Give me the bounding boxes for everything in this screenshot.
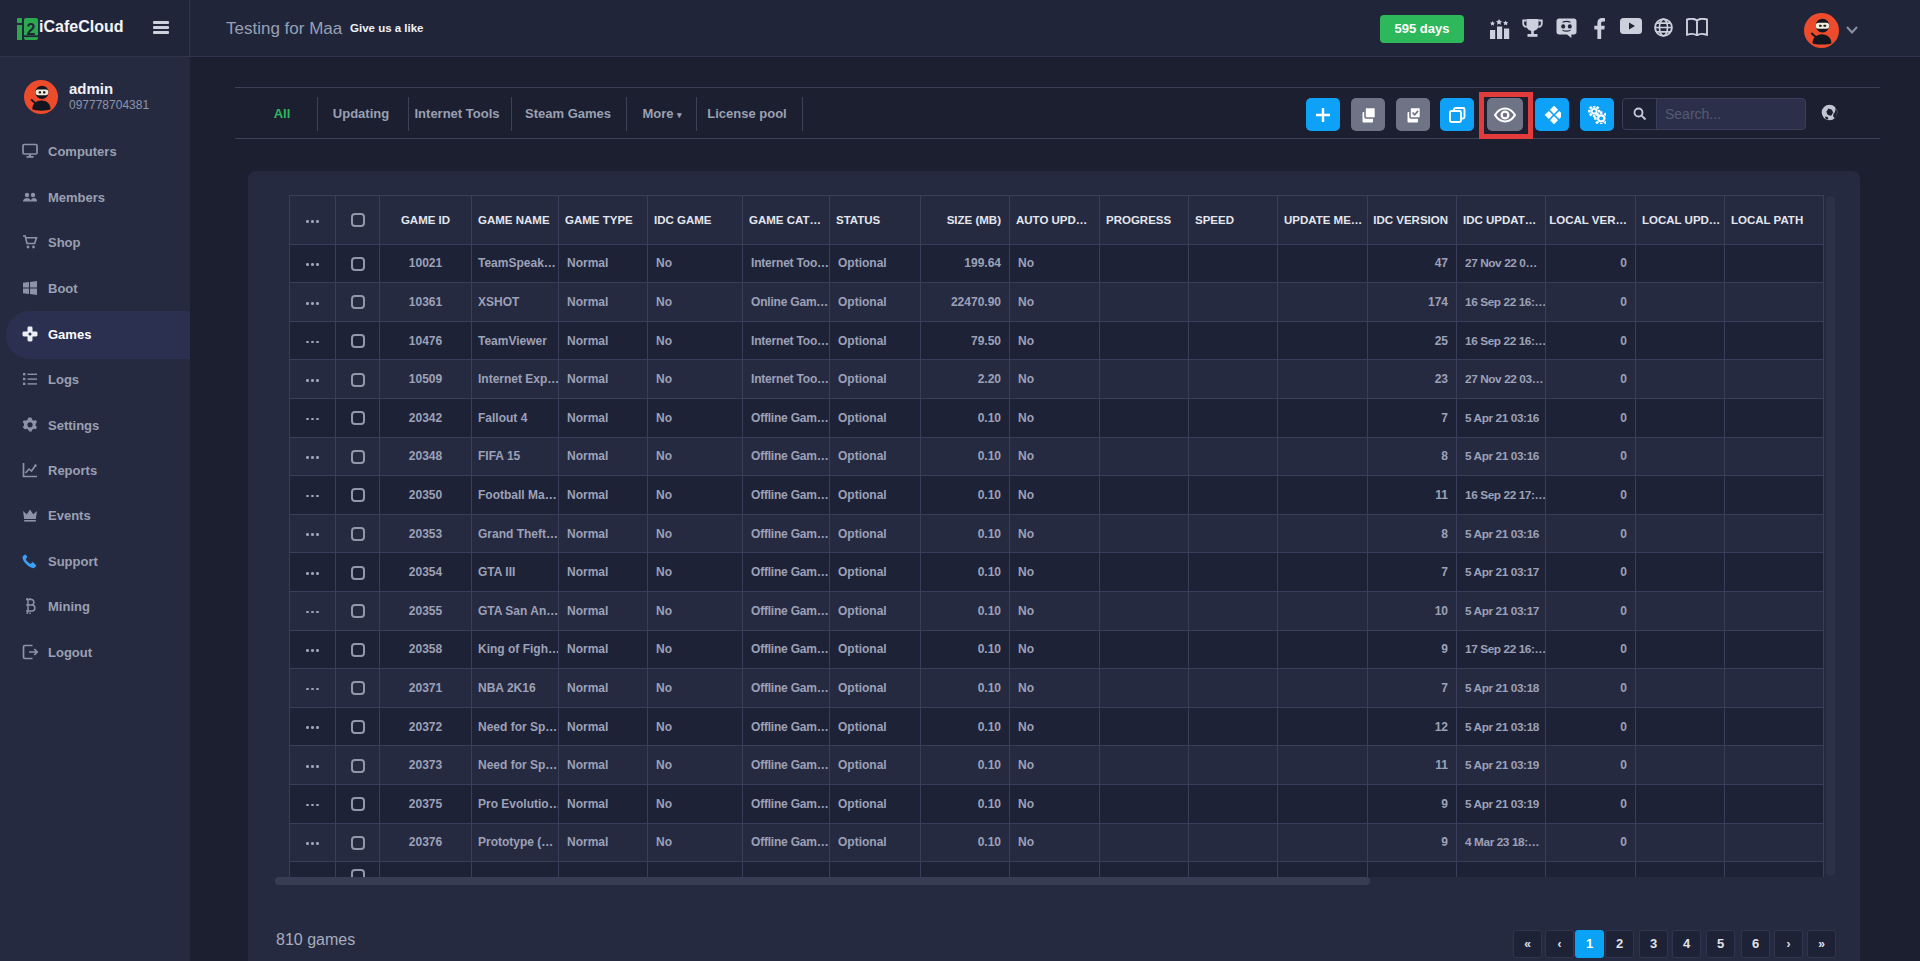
svg-text:2: 2 <box>27 21 36 38</box>
